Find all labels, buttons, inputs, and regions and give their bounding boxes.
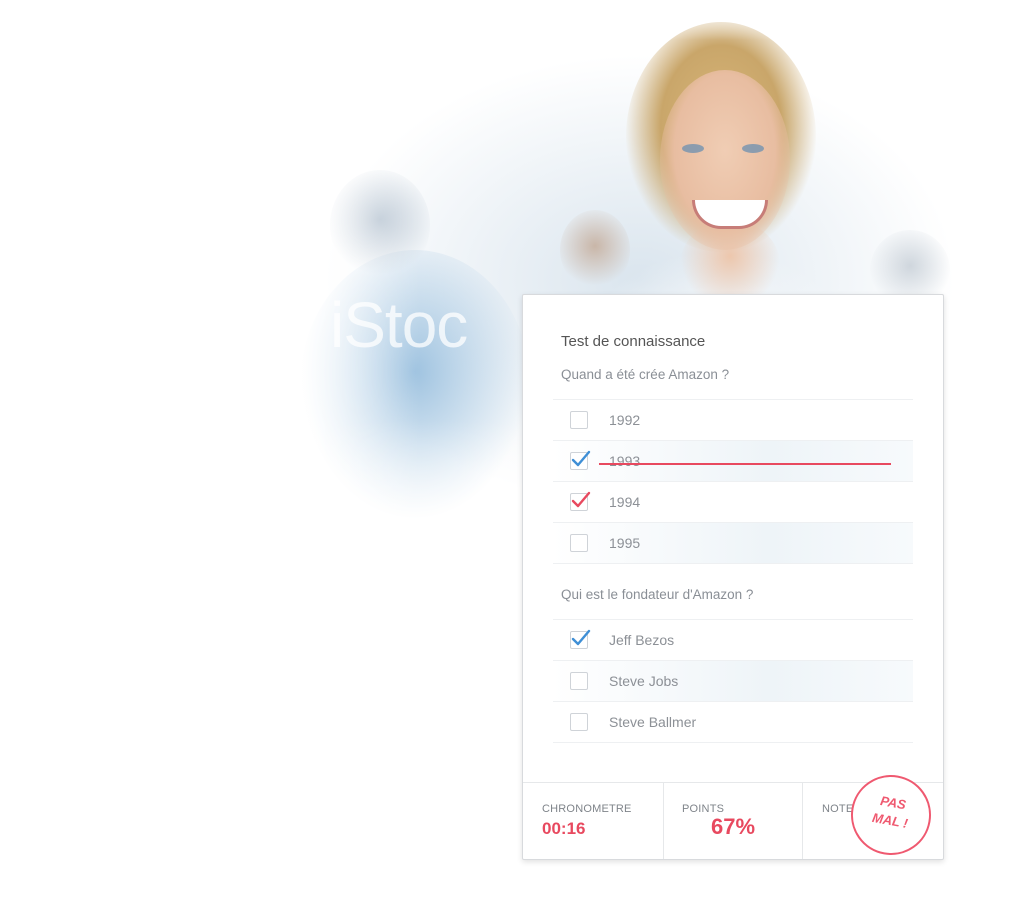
question-2-options: Jeff Bezos Steve Jobs Steve Ballmer bbox=[553, 619, 913, 743]
option-1993[interactable]: 1993 bbox=[553, 441, 913, 482]
option-label: 1993 bbox=[609, 453, 641, 469]
question-1-options: 1992 1993 1994 1995 bbox=[553, 399, 913, 564]
points-cell: POINTS 67% bbox=[663, 783, 803, 859]
question-label: Qui est le fondateur d'Amazon ? bbox=[561, 587, 754, 602]
checkbox[interactable] bbox=[570, 534, 588, 552]
option-jeff-bezos[interactable]: Jeff Bezos bbox=[553, 620, 913, 661]
question-label: Quand a été crée Amazon ? bbox=[561, 367, 730, 382]
checkbox[interactable] bbox=[570, 672, 588, 690]
timer-value: 00:16 bbox=[542, 819, 586, 838]
option-label: 1995 bbox=[609, 535, 641, 551]
option-1995[interactable]: 1995 bbox=[553, 523, 913, 564]
option-label: 1992 bbox=[609, 412, 641, 428]
quiz-title: Test de connaissance bbox=[561, 333, 706, 350]
timer-label: CHRONOMETRE bbox=[542, 803, 632, 815]
checkmark-red-icon bbox=[571, 491, 591, 508]
option-steve-jobs[interactable]: Steve Jobs bbox=[553, 661, 913, 702]
quiz-footer: CHRONOMETRE 00:16 POINTS 67% NOTES PAS M… bbox=[523, 768, 943, 862]
option-label: Steve Ballmer bbox=[609, 714, 697, 730]
checkbox-checked[interactable] bbox=[570, 629, 591, 649]
option-1994[interactable]: 1994 bbox=[553, 482, 913, 523]
option-1992[interactable]: 1992 bbox=[553, 400, 913, 441]
checkmark-blue-icon bbox=[571, 450, 591, 467]
checkbox-checked[interactable] bbox=[570, 450, 591, 470]
wrong-answer-strike bbox=[599, 463, 891, 465]
quiz-card: Test de connaissance Quand a été crée Am… bbox=[522, 294, 944, 862]
timer-cell: CHRONOMETRE 00:16 bbox=[523, 783, 664, 859]
checkbox[interactable] bbox=[570, 411, 588, 429]
option-label: Jeff Bezos bbox=[609, 632, 675, 648]
option-label: 1994 bbox=[609, 494, 641, 510]
checkmark-blue-icon bbox=[571, 629, 591, 646]
checkbox-correct[interactable] bbox=[570, 491, 591, 511]
checkbox[interactable] bbox=[570, 713, 588, 731]
points-value: 67% bbox=[711, 814, 756, 839]
option-steve-ballmer[interactable]: Steve Ballmer bbox=[553, 702, 913, 743]
option-label: Steve Jobs bbox=[609, 673, 679, 689]
